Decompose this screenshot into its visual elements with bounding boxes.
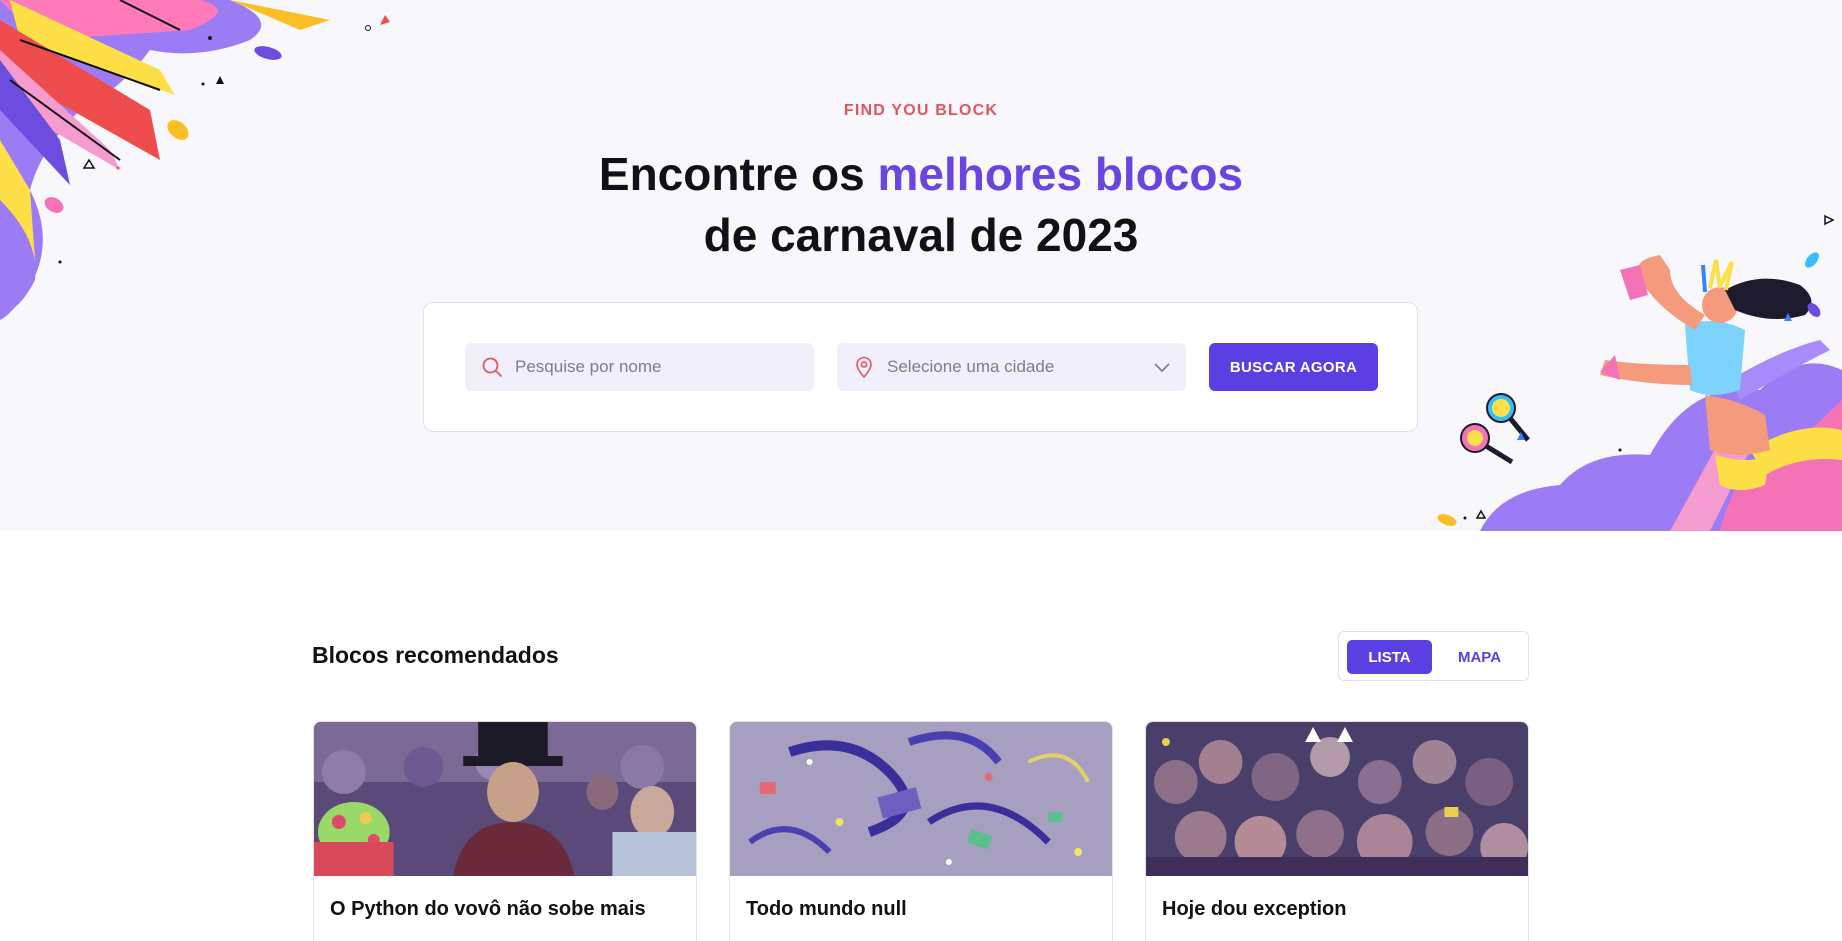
search-submit-button[interactable]: BUSCAR AGORA [1209, 343, 1378, 391]
block-card-list: O Python do vovô não sobe mais Todo mund… [313, 721, 1529, 941]
hero-eyebrow: FIND YOU BLOCK [843, 102, 999, 119]
search-input-placeholder: Pesquise por nome [515, 357, 662, 376]
search-input[interactable]: Pesquise por nome [465, 343, 814, 391]
city-select-placeholder: Selecione uma cidade [887, 357, 1055, 376]
search-panel: Pesquise por nome Selecione uma cidade B… [423, 302, 1418, 432]
page: FIND YOU BLOCK Encontre os melhores bloc… [0, 0, 1842, 941]
city-select[interactable]: Selecione uma cidade [837, 343, 1186, 391]
block-card[interactable]: O Python do vovô não sobe mais [313, 721, 697, 941]
headline-text: Encontre os [598, 148, 878, 200]
block-card-image [314, 722, 696, 876]
block-card[interactable]: Hoje dou exception [1145, 721, 1529, 941]
block-card-title: Hoje dou exception [1162, 898, 1347, 920]
block-card-image [1146, 722, 1528, 876]
headline-line-2: de carnaval de 2023 [703, 209, 1139, 261]
view-toggle-map[interactable]: MAPA [1437, 640, 1522, 674]
headline-accent: melhores blocos [877, 148, 1244, 200]
search-icon [482, 357, 502, 377]
view-toggle-list[interactable]: LISTA [1347, 640, 1432, 674]
block-card-image [730, 722, 1112, 876]
block-card-title: Todo mundo null [746, 898, 907, 920]
map-pin-icon [856, 356, 872, 379]
hero-headline: Encontre os melhores blocos de carnaval … [0, 144, 1842, 266]
chevron-down-icon [1154, 363, 1170, 373]
block-card-title: O Python do vovô não sobe mais [330, 898, 646, 920]
hero-section: FIND YOU BLOCK Encontre os melhores bloc… [0, 0, 1842, 531]
block-card[interactable]: Todo mundo null [729, 721, 1113, 941]
view-toggle: LISTA MAPA [1338, 631, 1529, 681]
section-title: Blocos recomendados [312, 642, 559, 668]
